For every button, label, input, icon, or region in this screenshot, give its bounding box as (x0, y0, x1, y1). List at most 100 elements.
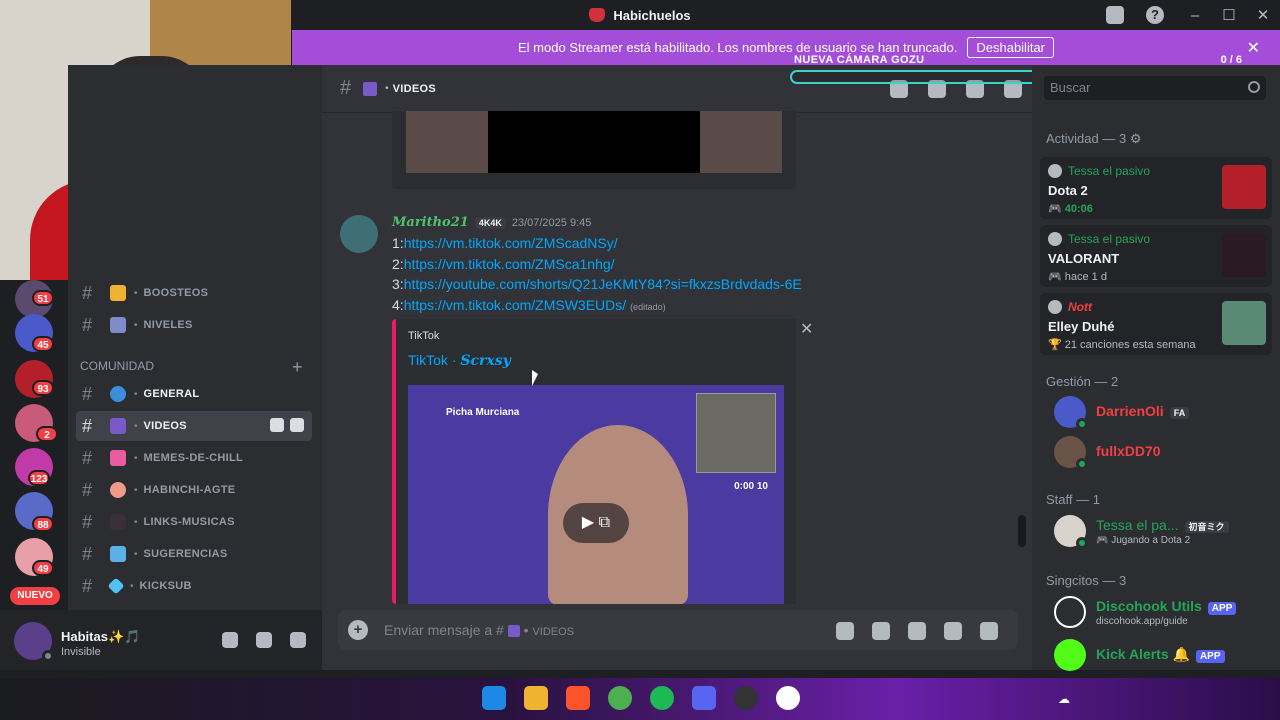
message-link[interactable]: https://vm.tiktok.com/ZMSca1nhg/ (404, 256, 615, 272)
gear-icon[interactable] (290, 418, 304, 432)
activity-card[interactable]: Tessa el pasivo VALORANT 🎮 hace 1 d (1040, 225, 1272, 287)
activity-user: Tessa el pasivo (1068, 164, 1151, 178)
inbox-icon[interactable] (1106, 6, 1124, 24)
hash-icon: # (82, 447, 93, 468)
message-link[interactable]: https://youtube.com/shorts/Q21JeKMtY84?s… (404, 276, 802, 292)
embed-video-frame[interactable] (488, 111, 700, 173)
channel-item[interactable]: # • NIVELES (76, 310, 312, 340)
hash-icon: # (82, 479, 93, 500)
maximize-button[interactable]: ☐ (1212, 6, 1246, 24)
embed-title[interactable]: TikTok · Scrxsy (408, 352, 511, 369)
section-header-gestion: Gestión — 2 (1046, 374, 1119, 389)
member-name: DarrienOli (1096, 403, 1164, 419)
spotify-icon[interactable] (650, 686, 674, 710)
unread-badge: 123 (28, 470, 50, 486)
hash-icon: # (340, 77, 352, 99)
game-icon[interactable] (980, 622, 998, 640)
channel-name: HABINCHI-AGTE (143, 484, 236, 496)
user-panel: Habitas✨🎵 Invisible (0, 610, 322, 670)
remove-embed-icon[interactable]: ✕ (800, 319, 813, 339)
channel-item[interactable]: # • HABINCHI-AGTE (76, 475, 312, 505)
minimize-button[interactable]: – (1178, 7, 1212, 24)
channel-item-general[interactable]: # • GENERAL (76, 379, 312, 409)
window-title: Habichuelos (613, 7, 691, 23)
help-icon[interactable]: ? (1146, 6, 1164, 24)
member-item[interactable]: DarrienOli FA (1054, 396, 1190, 430)
embed-video[interactable]: Picha Murciana 0:00 10 ▶ ⧉ (408, 385, 784, 604)
file-explorer-icon[interactable] (524, 686, 548, 710)
message-line: 3:https://youtube.com/shorts/Q21JeKMtY84… (392, 276, 802, 292)
member-item[interactable]: Discohook Utils APP discohook.app/guide (1054, 596, 1237, 628)
cloud-icon[interactable]: ☁ (1058, 692, 1070, 706)
channel-item[interactable]: # • MEMES-DE-CHILL (76, 443, 312, 473)
activity-user: Nott (1068, 300, 1092, 314)
attach-icon[interactable]: + (348, 620, 368, 640)
edited-label: (editado) (630, 302, 666, 312)
member-item[interactable]: Kick Alerts 🔔 APP (1054, 639, 1225, 671)
new-badge[interactable]: NUEVO (10, 587, 60, 605)
microphone-icon[interactable] (222, 632, 238, 648)
member-item[interactable]: Tessa el pa... 初音ミク 🎮 Jugando a Dota 2 (1054, 515, 1229, 549)
channel-list: # • BOOSTEOS # • NIVELES COMUNIDAD + # •… (68, 65, 322, 610)
message-link[interactable]: https://vm.tiktok.com/ZMScadNSy/ (404, 235, 618, 251)
hash-icon: # (82, 314, 93, 335)
activity-game: Dota 2 (1048, 183, 1088, 198)
activity-card[interactable]: Tessa el pasivo Dota 2 🎮 40:06 (1040, 157, 1272, 219)
hash-icon: # (82, 383, 93, 404)
user-status: Invisible (61, 646, 101, 658)
category-name: COMUNIDAD (80, 359, 154, 373)
search-input[interactable]: Buscar (1044, 76, 1266, 100)
channel-emoji-icon (110, 514, 126, 530)
play-button[interactable]: ▶ ⧉ (563, 503, 629, 543)
taskbar: ☁ (0, 678, 1280, 720)
overlay-label: NUEVA CÁMARA GOZU (794, 54, 925, 66)
valorant-art (1222, 233, 1266, 277)
activity-card[interactable]: Nott Elley Duhé 🏆 21 canciones esta sema… (1040, 293, 1272, 355)
category-header[interactable]: COMUNIDAD (80, 359, 154, 373)
channel-item[interactable]: # • BOOSTEOS (76, 278, 312, 308)
avatar[interactable] (340, 215, 378, 253)
message-composer[interactable]: + Enviar mensaje a # • VIDEOS (338, 610, 1018, 650)
unread-badge: 45 (32, 336, 54, 352)
hash-icon: # (82, 575, 93, 596)
message-header: Maritho21 4K4K 23/07/2025 9:45 (392, 215, 591, 230)
link-index: 3: (392, 276, 404, 292)
headphones-icon[interactable] (256, 632, 272, 648)
link-index: 2: (392, 256, 404, 272)
kick-avatar (1054, 639, 1086, 671)
chrome-icon[interactable] (608, 686, 632, 710)
member-name: fullxDD70 (1096, 443, 1161, 459)
channel-name: BOOSTEOS (143, 287, 209, 299)
brave-browser-icon[interactable] (566, 686, 590, 710)
channel-item[interactable]: # • LINKS-MUSICAS (76, 507, 312, 537)
section-header-singcitos: Singcitos — 3 (1046, 573, 1127, 588)
channel-item-videos[interactable]: # • VIDEOS (76, 411, 312, 441)
channel-emoji-icon (110, 317, 126, 333)
discord-taskbar-icon[interactable] (692, 686, 716, 710)
windows-start-icon[interactable] (482, 686, 506, 710)
channel-emoji-icon (110, 450, 126, 466)
channel-item[interactable]: # • SUGERENCIAS (76, 539, 312, 569)
obs-icon[interactable] (734, 686, 758, 710)
dota-art (1222, 165, 1266, 209)
emoji-icon[interactable] (944, 622, 962, 640)
sticker-icon[interactable] (908, 622, 926, 640)
member-tag: FA (1169, 407, 1190, 419)
gift-icon[interactable] (836, 622, 854, 640)
gif-icon[interactable] (872, 622, 890, 640)
activity-game: VALORANT (1048, 251, 1120, 266)
gear-icon[interactable] (290, 632, 306, 648)
embed-provider[interactable]: TikTok (408, 330, 439, 342)
clapper-icon (363, 81, 378, 96)
message-author[interactable]: Maritho21 (392, 215, 469, 230)
scrollbar[interactable] (1018, 515, 1026, 547)
username[interactable]: Habitas✨🎵 (61, 629, 140, 645)
app-taskbar-icon[interactable] (776, 686, 800, 710)
message-link[interactable]: https://vm.tiktok.com/ZMSW3EUDs/ (404, 297, 626, 313)
server-tag[interactable]: 4K4K (474, 216, 506, 229)
close-window-button[interactable]: ✕ (1246, 6, 1280, 24)
channel-item[interactable]: # • KICKSUB (76, 571, 312, 601)
add-channel-icon[interactable]: + (292, 357, 303, 378)
invite-icon[interactable] (270, 418, 284, 432)
member-item[interactable]: fullxDD70 (1054, 436, 1161, 470)
